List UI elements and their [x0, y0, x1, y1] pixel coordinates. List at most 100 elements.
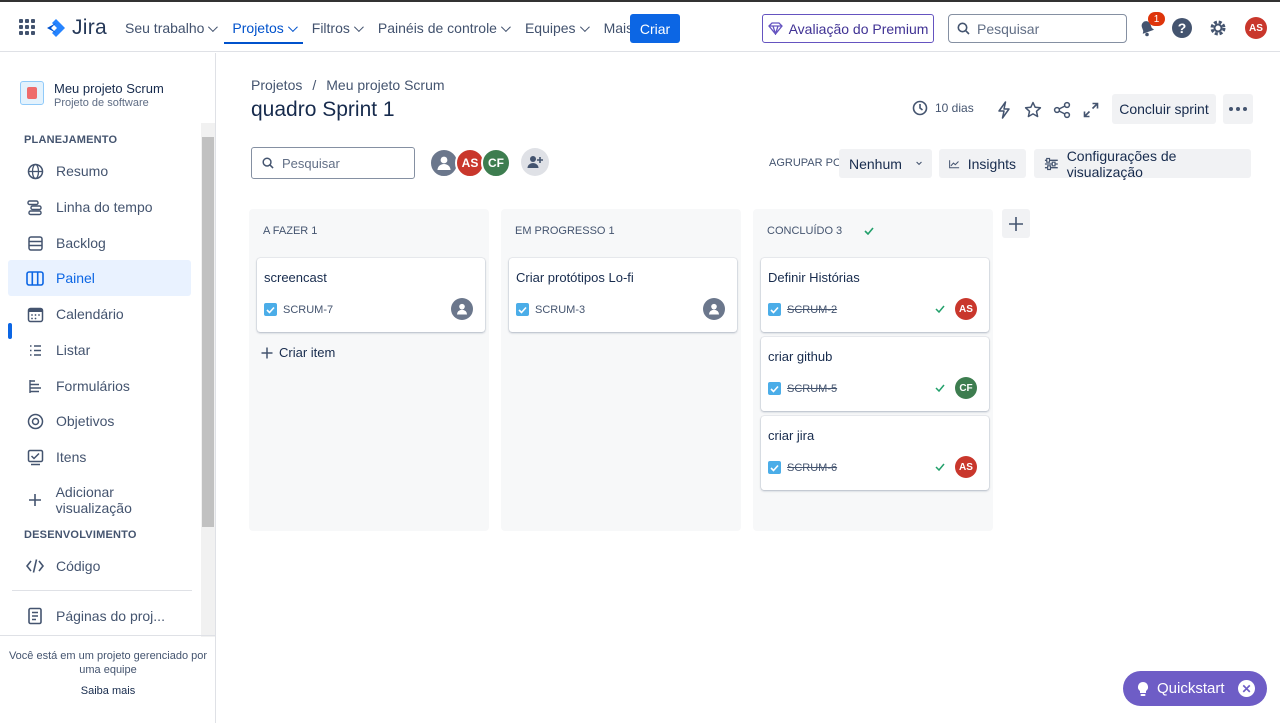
- add-column-button[interactable]: [1002, 209, 1030, 238]
- sidebar-item-codigo[interactable]: Código: [8, 548, 191, 584]
- person-icon: [437, 156, 451, 170]
- card-title: criar github: [768, 349, 833, 364]
- card-key: SCRUM-5: [768, 382, 837, 395]
- items-icon: [26, 448, 44, 466]
- automation-icon[interactable]: [993, 99, 1015, 121]
- settings-sliders-icon: [1044, 157, 1058, 170]
- group-by-label: AGRUPAR POR: [769, 157, 850, 169]
- sprint-days-remaining[interactable]: 10 dias: [912, 100, 974, 116]
- settings-gear-icon[interactable]: [1208, 18, 1228, 38]
- target-icon: [26, 412, 44, 430]
- search-icon: [262, 157, 274, 169]
- code-icon: [26, 557, 44, 575]
- issue-card[interactable]: screencast SCRUM-7: [257, 258, 485, 332]
- star-icon[interactable]: [1022, 99, 1044, 121]
- sidebar-item-calendario[interactable]: Calendário: [8, 296, 191, 332]
- jira-logo[interactable]: Jira: [46, 16, 107, 40]
- insights-button[interactable]: Insights: [939, 149, 1026, 178]
- assignee-avatar[interactable]: AS: [955, 298, 977, 320]
- issue-key[interactable]: SCRUM-7: [283, 304, 333, 316]
- help-icon[interactable]: ?: [1172, 18, 1192, 38]
- project-header[interactable]: Meu projeto Scrum Projeto de software: [20, 81, 164, 109]
- sidebar-item-label: Páginas do proj...: [56, 608, 165, 624]
- insights-label: Insights: [967, 155, 1016, 172]
- close-icon[interactable]: ✕: [1238, 680, 1255, 697]
- quickstart-button[interactable]: Quickstart ✕: [1123, 671, 1267, 706]
- view-settings-button[interactable]: Configurações de visualização: [1034, 148, 1251, 180]
- board-search-input[interactable]: Pesquisar: [251, 147, 415, 179]
- quickstart-label: Quickstart: [1157, 680, 1225, 697]
- create-button[interactable]: Criar: [630, 14, 680, 43]
- calendar-icon: [26, 305, 44, 323]
- breadcrumb-separator: /: [312, 77, 317, 93]
- column-title: A FAZER 1: [263, 225, 317, 237]
- issue-card[interactable]: Criar protótipos Lo-fi SCRUM-3: [509, 258, 737, 332]
- diamond-icon: [767, 22, 783, 35]
- issue-key[interactable]: SCRUM-2: [787, 304, 837, 316]
- sidebar-item-formularios[interactable]: Formulários: [8, 368, 191, 404]
- top-navigation-bar: Jira Seu trabalho Projetos Filtros Painé…: [0, 0, 1280, 52]
- sidebar-item-label: Objetivos: [56, 413, 115, 429]
- plus-icon: [1009, 216, 1023, 231]
- sidebar-item-linha-do-tempo[interactable]: Linha do tempo: [8, 189, 191, 225]
- share-icon[interactable]: [1051, 99, 1073, 121]
- breadcrumb-projetos[interactable]: Projetos: [251, 77, 302, 93]
- nav-filtros[interactable]: Filtros: [304, 14, 369, 42]
- card-key: SCRUM-7: [264, 303, 333, 316]
- avatar-cf[interactable]: CF: [481, 148, 511, 178]
- add-view-label: Adicionar visualização: [55, 484, 132, 516]
- sidebar-item-paginas[interactable]: Páginas do proj...: [8, 598, 191, 634]
- sidebar-item-listar[interactable]: Listar: [8, 332, 191, 368]
- unassigned-avatar[interactable]: [703, 298, 725, 320]
- backlog-icon: [26, 234, 44, 252]
- card-title: criar jira: [768, 428, 815, 443]
- assignee-avatar[interactable]: CF: [955, 377, 977, 399]
- sidebar-scrollbar[interactable]: [201, 123, 215, 637]
- issue-card[interactable]: Definir Histórias SCRUM-2 AS: [761, 258, 989, 332]
- app-switcher-icon[interactable]: [19, 19, 35, 35]
- nav-paineis[interactable]: Painéis de controle: [370, 14, 516, 42]
- sidebar-item-painel[interactable]: Painel: [8, 260, 191, 296]
- card-key: SCRUM-3: [516, 303, 585, 316]
- global-search-input[interactable]: Pesquisar: [948, 14, 1127, 43]
- task-type-icon: [264, 303, 277, 316]
- breadcrumb: Projetos / Meu projeto Scrum: [251, 77, 445, 93]
- user-avatar[interactable]: AS: [1245, 17, 1267, 39]
- more-actions-button[interactable]: [1223, 94, 1253, 124]
- issue-key[interactable]: SCRUM-5: [787, 383, 837, 395]
- sidebar-item-itens[interactable]: Itens: [8, 439, 191, 475]
- premium-trial-button[interactable]: Avaliação do Premium: [762, 14, 934, 43]
- done-check-icon: [864, 227, 874, 235]
- scrollbar-thumb[interactable]: [202, 137, 214, 527]
- unassigned-avatar[interactable]: [451, 298, 473, 320]
- nav-seu-trabalho[interactable]: Seu trabalho: [117, 14, 223, 42]
- fullscreen-icon[interactable]: [1080, 99, 1102, 121]
- issue-card[interactable]: criar jira SCRUM-6 AS: [761, 416, 989, 490]
- board-icon: [26, 269, 44, 287]
- issue-card[interactable]: criar github SCRUM-5 CF: [761, 337, 989, 411]
- add-person-button[interactable]: [521, 148, 549, 176]
- sidebar-item-objetivos[interactable]: Objetivos: [8, 403, 191, 439]
- sidebar-item-label: Itens: [56, 449, 87, 465]
- days-label: 10 dias: [935, 101, 974, 115]
- done-check-icon: [935, 463, 945, 472]
- sidebar-item-backlog[interactable]: Backlog: [8, 225, 191, 261]
- assignee-avatar[interactable]: AS: [955, 456, 977, 478]
- issue-key[interactable]: SCRUM-6: [787, 462, 837, 474]
- nav-equipes[interactable]: Equipes: [517, 14, 595, 42]
- nav-label: Equipes: [524, 20, 576, 36]
- nav-projetos[interactable]: Projetos: [224, 14, 303, 44]
- group-by-select[interactable]: Nenhum: [839, 149, 932, 178]
- learn-more-link[interactable]: Saiba mais: [0, 685, 216, 697]
- sidebar-item-resumo[interactable]: Resumo: [8, 153, 191, 189]
- column-title: CONCLUÍDO 3: [767, 225, 874, 237]
- nav-label: Seu trabalho: [125, 20, 205, 36]
- breadcrumb-project[interactable]: Meu projeto Scrum: [326, 77, 444, 93]
- chevron-down-icon: [916, 161, 922, 166]
- complete-sprint-button[interactable]: Concluir sprint: [1112, 94, 1216, 124]
- issue-key[interactable]: SCRUM-3: [535, 304, 585, 316]
- create-item-button[interactable]: Criar item: [261, 345, 335, 360]
- forms-icon: [26, 377, 44, 395]
- add-view-button[interactable]: Adicionar visualização: [8, 482, 191, 518]
- notifications-badge: 1: [1148, 12, 1165, 26]
